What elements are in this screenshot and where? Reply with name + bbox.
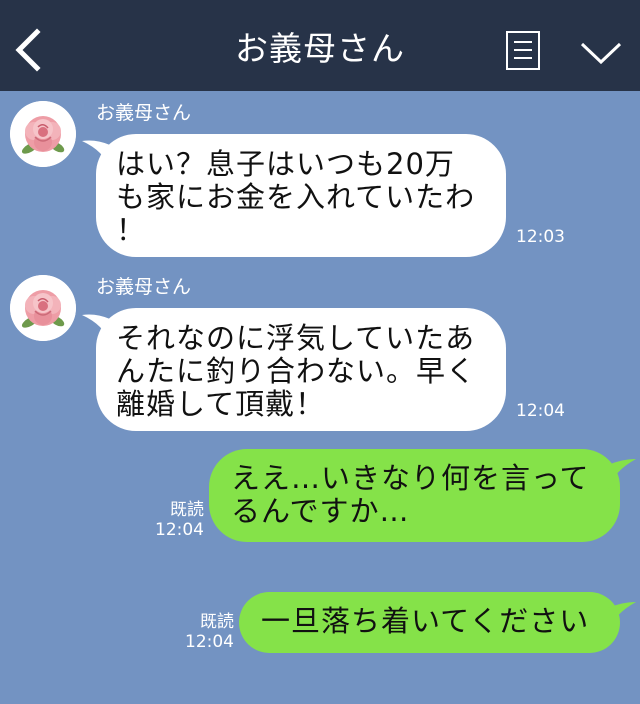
message-bubble-outgoing[interactable]: 一旦落ち着いてください	[239, 592, 620, 653]
sender-name: お義母さん	[96, 102, 192, 124]
message-bubble-outgoing[interactable]: ええ…いきなり何を言って るんですか…	[209, 449, 620, 542]
chat-title: お義母さん	[235, 29, 405, 68]
expand-button[interactable]	[578, 36, 624, 70]
message-line: んたに釣り合わない。早く	[116, 354, 477, 388]
sender-avatar[interactable]	[10, 275, 76, 341]
chevron-left-icon	[15, 28, 41, 72]
message-bubble-incoming[interactable]: はい？息子はいつも20万 も家にお金を入れていたわ ！	[96, 134, 506, 257]
bubble-tail	[608, 602, 636, 632]
menu-button[interactable]	[506, 31, 540, 70]
sender-name: お義母さん	[96, 276, 192, 298]
message-line: も家にお金を入れていたわ	[116, 180, 476, 214]
message-line: るんですか…	[231, 494, 410, 528]
message-line: ええ…いきなり何を言って	[231, 461, 590, 495]
message-time: 12:04	[155, 520, 204, 540]
read-label: 既読	[170, 500, 204, 520]
message-line: 一旦落ち着いてください	[261, 604, 590, 638]
read-status: 既読 12:04	[150, 500, 204, 540]
message-bubble-incoming[interactable]: それなのに浮気していたあ んたに釣り合わない。早く 離婚して頂戴！	[96, 308, 506, 431]
bubble-tail	[608, 459, 636, 489]
sender-avatar[interactable]	[10, 101, 76, 167]
rose-icon	[10, 275, 76, 341]
message-line: それなのに浮気していたあ	[116, 321, 476, 355]
message-time: 12:04	[516, 401, 565, 421]
message-line: ！	[116, 213, 147, 247]
message-time: 12:04	[185, 632, 234, 652]
message-line: はい？息子はいつも20万	[116, 147, 455, 181]
chevron-down-icon	[580, 42, 622, 65]
chat-header: お義母さん	[0, 0, 640, 91]
read-label: 既読	[200, 612, 234, 632]
message-line: 離婚して頂戴！	[116, 387, 326, 421]
back-button[interactable]	[10, 26, 50, 74]
read-status: 既読 12:04	[180, 612, 234, 652]
rose-icon	[10, 101, 76, 167]
message-time: 12:03	[516, 227, 565, 247]
